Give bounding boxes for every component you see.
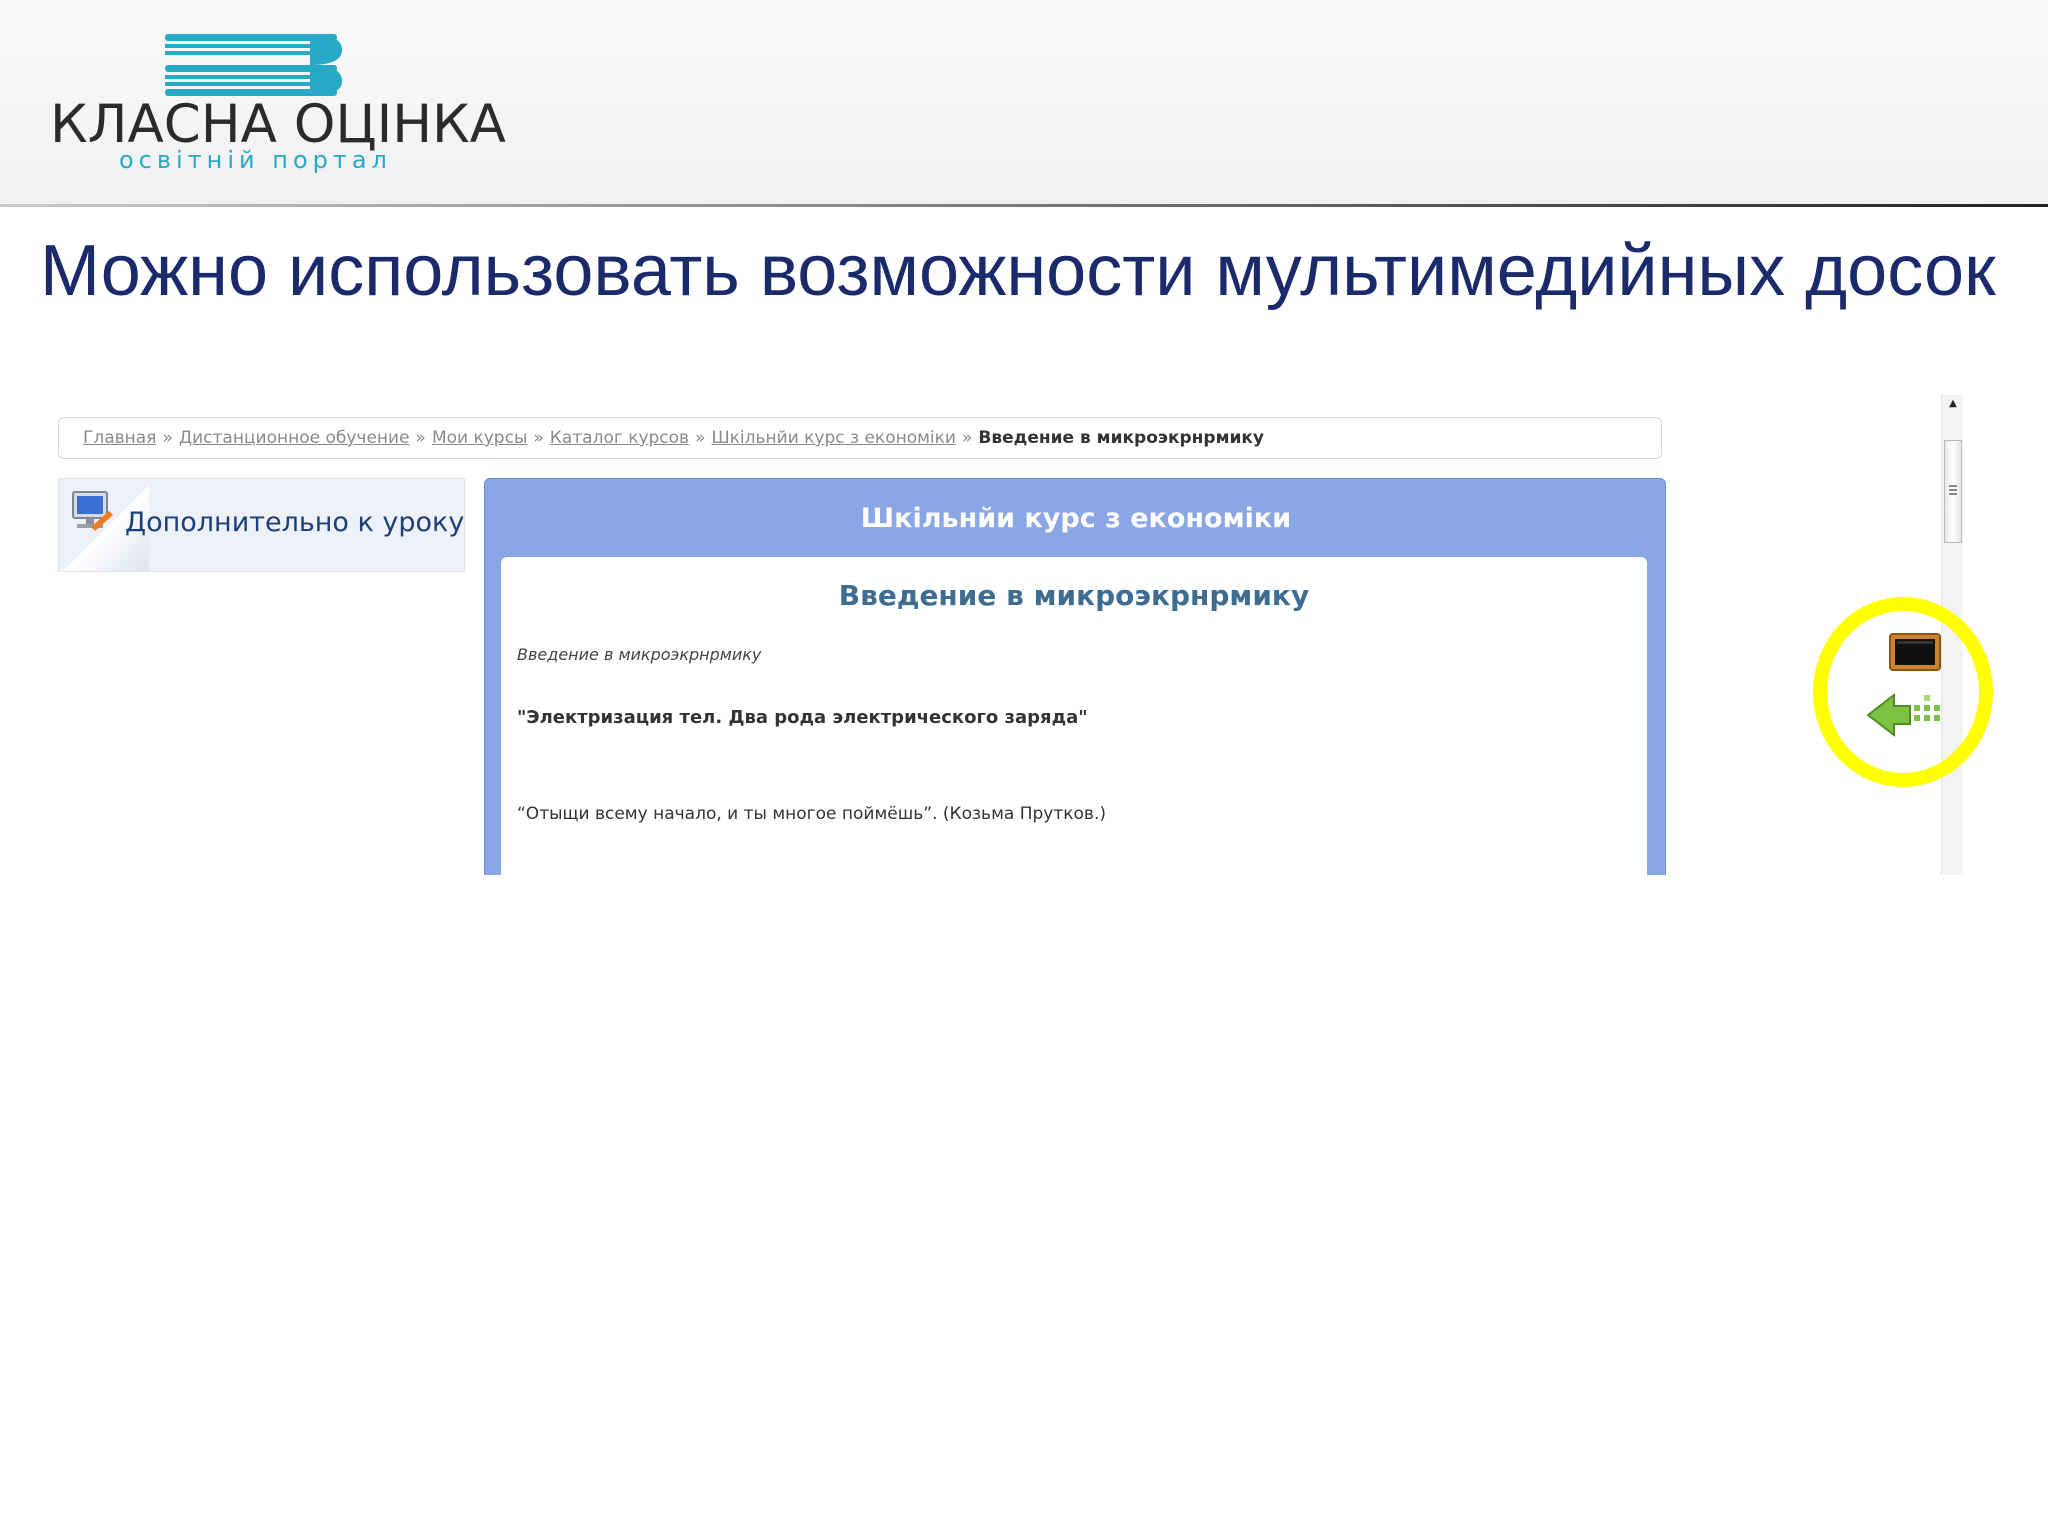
breadcrumb-link-course[interactable]: Шкільнйи курс з економіки — [711, 428, 956, 448]
breadcrumb-link-course-catalog[interactable]: Каталог курсов — [550, 428, 689, 448]
breadcrumb-separator: » — [533, 428, 544, 448]
lesson-quote: “Отыщи всему начало, и ты многое поймёшь… — [517, 804, 1106, 824]
course-title: Шкільнйи курс з економіки — [860, 503, 1292, 534]
breadcrumb-separator: » — [695, 428, 706, 448]
lesson-topic: "Электризация тел. Два рода электрическо… — [517, 707, 1088, 728]
course-panel: Шкільнйи курс з економіки Введение в мик… — [484, 478, 1666, 875]
scroll-up-arrow-icon[interactable]: ▲ — [1942, 397, 1964, 411]
lesson-content: Введение в микроэкрнрмику Введение в мик… — [501, 557, 1647, 875]
scrollbar-thumb[interactable] — [1944, 440, 1962, 543]
extra-materials-block[interactable]: Дополнительно к уроку — [58, 478, 465, 572]
breadcrumb-link-my-courses[interactable]: Мои курсы — [432, 428, 527, 448]
embedded-screenshot: Главная » Дистанционное обучение » Мои к… — [40, 395, 1975, 875]
slide-title: Можно использовать возможности мультимед… — [40, 231, 1996, 311]
monitor-icon — [72, 491, 113, 531]
breadcrumb-separator: » — [415, 428, 426, 448]
breadcrumb-current: Введение в микроэкрнрмику — [978, 428, 1264, 448]
breadcrumb-link-distance-learning[interactable]: Дистанционное обучение — [179, 428, 410, 448]
highlight-circle — [1813, 597, 1993, 787]
breadcrumb-separator: » — [961, 428, 973, 448]
logo-subtitle: освітній портал — [119, 146, 392, 174]
books-logo-icon — [165, 34, 342, 96]
breadcrumb-link-home[interactable]: Главная — [83, 428, 156, 448]
extra-materials-label: Дополнительно к уроку — [125, 507, 465, 538]
lesson-subtitle: Введение в микроэкрнрмику — [517, 645, 762, 664]
breadcrumb-separator: » — [162, 428, 173, 448]
header-band: КЛАСНА ОЦІНКА освітній портал — [0, 0, 2048, 205]
lesson-heading: Введение в микроэкрнрмику — [838, 579, 1310, 612]
header-divider — [0, 204, 2048, 207]
slide: КЛАСНА ОЦІНКА освітній портал Можно испо… — [0, 0, 2048, 1536]
grip-icon — [1949, 485, 1957, 495]
breadcrumb: Главная » Дистанционное обучение » Мои к… — [58, 417, 1662, 459]
